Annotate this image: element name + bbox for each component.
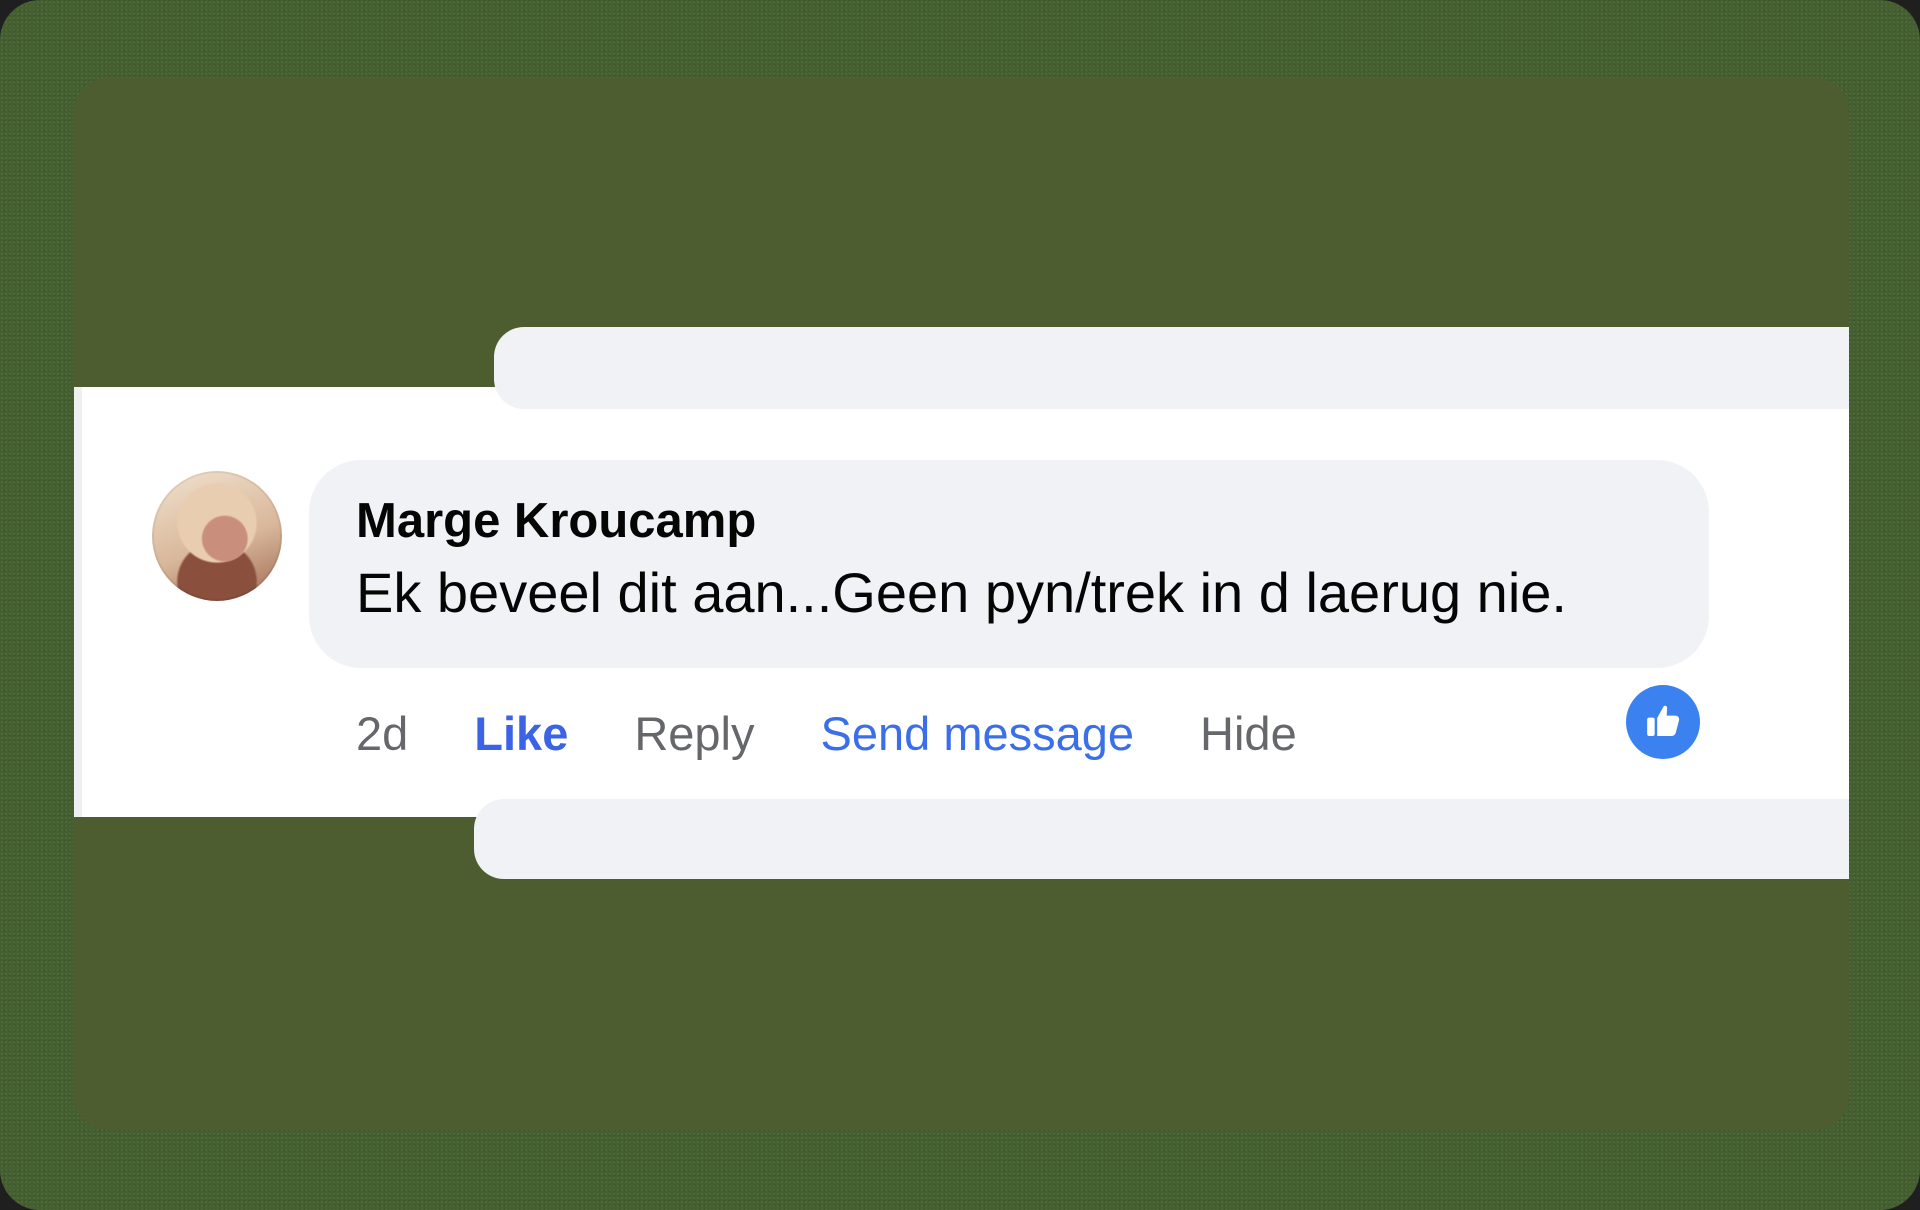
send-message-button[interactable]: Send message [821,706,1135,761]
like-button[interactable]: Like [474,706,568,761]
comment-author[interactable]: Marge Kroucamp [356,493,756,549]
thumbs-up-icon [1647,705,1680,736]
thread-edge [74,387,82,817]
avatar[interactable] [152,471,282,601]
previous-comment-bubble [494,327,1849,409]
comment-text: Ek beveel dit aan...Geen pyn/trek in d l… [356,561,1567,624]
comment-actions: 2d Like Reply Send message Hide [356,698,1297,768]
hide-button[interactable]: Hide [1200,706,1297,761]
background-panel: Marge Kroucamp Ek beveel dit aan...Geen … [74,78,1849,1130]
next-comment-bubble [474,799,1849,879]
reaction-badge[interactable] [1626,685,1700,759]
screenshot-frame: Marge Kroucamp Ek beveel dit aan...Geen … [0,0,1920,1210]
comment-strip: Marge Kroucamp Ek beveel dit aan...Geen … [74,327,1849,879]
comment-timestamp[interactable]: 2d [356,706,408,761]
comment-bubble: Marge Kroucamp Ek beveel dit aan...Geen … [309,460,1709,668]
reply-button[interactable]: Reply [634,706,754,761]
